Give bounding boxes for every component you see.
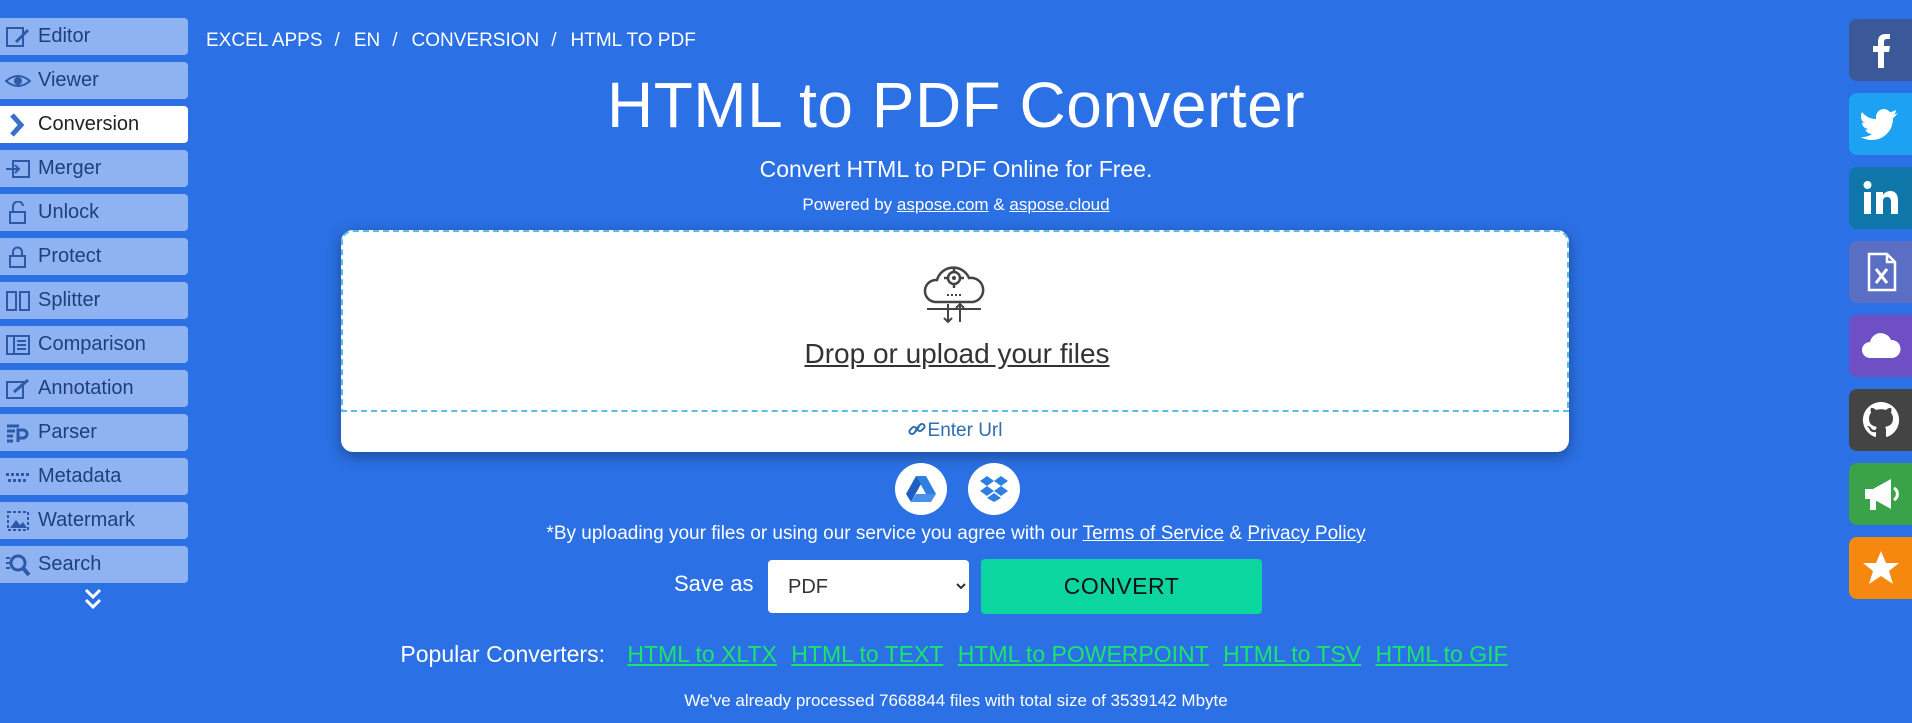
output-format-select[interactable]: PDF [768, 560, 969, 613]
sidebar-item-search[interactable]: Search [0, 546, 188, 583]
breadcrumb-en[interactable]: EN [354, 30, 380, 52]
sidebar-item-editor[interactable]: Editor [0, 18, 188, 55]
popular-converters-label: Popular Converters: [400, 641, 605, 667]
double-chevron-down-icon[interactable] [82, 587, 104, 613]
save-as-label: Save as [674, 571, 754, 596]
social-share-bar [1849, 19, 1912, 611]
favorite-button[interactable] [1849, 537, 1912, 599]
google-drive-button[interactable] [895, 463, 947, 515]
sidebar-item-label: Editor [38, 25, 91, 47]
enter-url-label: Enter Url [927, 420, 1003, 441]
linkedin-share-button[interactable] [1849, 167, 1912, 229]
facebook-icon [1872, 34, 1890, 68]
popular-converters: Popular Converters: HTML to XLTX HTML to… [0, 641, 1912, 668]
sidebar-item-label: Search [38, 553, 102, 575]
metadata-icon [2, 463, 34, 491]
sidebar-item-label: Protect [38, 245, 102, 267]
terms-amp: & [1229, 523, 1243, 544]
powered-by-label: Powered by [802, 195, 893, 214]
breadcrumb-current: HTML TO PDF [570, 30, 696, 51]
excel-file-icon [1867, 252, 1896, 292]
sidebar-item-protect[interactable]: Protect [0, 238, 188, 275]
twitter-icon [1860, 109, 1898, 140]
compare-icon [2, 331, 34, 359]
google-drive-icon [906, 476, 936, 502]
lock-icon [2, 243, 34, 271]
aspose-com-link[interactable]: aspose.com [897, 195, 989, 214]
sidebar-item-parser[interactable]: Parser [0, 414, 188, 451]
sidebar-item-comparison[interactable]: Comparison [0, 326, 188, 363]
powered-amp: & [993, 195, 1005, 214]
popular-link-xltx[interactable]: HTML to XLTX [627, 641, 777, 667]
file-drop-zone[interactable]: Drop or upload your files [341, 230, 1569, 412]
github-share-button[interactable] [1849, 389, 1912, 451]
sidebar-item-label: Metadata [38, 465, 122, 487]
sidebar-item-label: Comparison [38, 333, 146, 355]
aspose-cloud-link[interactable]: aspose.cloud [1009, 195, 1109, 214]
cloud-icon [1861, 333, 1901, 358]
sidebar-item-splitter[interactable]: Splitter [0, 282, 188, 319]
linkedin-icon [1863, 181, 1898, 214]
announcement-button[interactable] [1849, 463, 1912, 525]
breadcrumb-excel-apps[interactable]: EXCEL APPS [206, 30, 323, 52]
search-icon [2, 551, 34, 579]
privacy-policy-link[interactable]: Privacy Policy [1247, 523, 1365, 544]
processed-stats: We've already processed 7668844 files wi… [684, 691, 1228, 710]
upload-panel: Drop or upload your files Enter Url [341, 230, 1569, 452]
edit-icon [2, 23, 34, 51]
dropbox-icon [980, 476, 1008, 502]
popular-link-powerpoint[interactable]: HTML to POWERPOINT [958, 641, 1209, 667]
breadcrumb: EXCEL APPS / EN / CONVERSION / HTML TO PDF [206, 30, 696, 52]
drop-upload-link[interactable]: Drop or upload your files [343, 338, 1571, 370]
powered-by: Powered by aspose.com & aspose.cloud [0, 195, 1912, 215]
sidebar-item-label: Annotation [38, 377, 134, 399]
page-title: HTML to PDF Converter [606, 69, 1306, 141]
cloud-upload-icon [923, 266, 985, 324]
annotation-icon [2, 375, 34, 403]
terms-of-service-link[interactable]: Terms of Service [1083, 523, 1224, 544]
enter-url-button[interactable]: Enter Url [341, 420, 1569, 442]
popular-link-tsv[interactable]: HTML to TSV [1223, 641, 1361, 667]
twitter-share-button[interactable] [1849, 93, 1912, 155]
sidebar-item-label: Splitter [38, 289, 101, 311]
github-icon [1862, 401, 1899, 437]
parser-icon [2, 419, 34, 447]
breadcrumb-separator: / [551, 30, 557, 51]
breadcrumb-separator: / [392, 30, 398, 51]
megaphone-icon [1864, 479, 1899, 510]
link-icon [907, 422, 926, 436]
sidebar-item-metadata[interactable]: Metadata [0, 458, 188, 495]
cloud-share-button[interactable] [1849, 315, 1912, 377]
breadcrumb-separator: / [334, 30, 340, 51]
sidebar-item-annotation[interactable]: Annotation [0, 370, 188, 407]
dropbox-button[interactable] [968, 463, 1020, 515]
popular-link-gif[interactable]: HTML to GIF [1376, 641, 1508, 667]
terms-notice: *By uploading your files or using our se… [0, 523, 1912, 545]
terms-prefix: *By uploading your files or using our se… [546, 523, 1078, 544]
popular-link-text[interactable]: HTML to TEXT [791, 641, 943, 667]
star-icon [1862, 551, 1899, 584]
breadcrumb-conversion[interactable]: CONVERSION [412, 30, 540, 52]
split-icon [2, 287, 34, 315]
page-subtitle: Convert HTML to PDF Online for Free. [759, 156, 1153, 182]
excel-share-button[interactable] [1849, 241, 1912, 303]
convert-button[interactable]: CONVERT [981, 559, 1262, 614]
sidebar-item-label: Parser [38, 421, 97, 443]
facebook-share-button[interactable] [1849, 19, 1912, 81]
